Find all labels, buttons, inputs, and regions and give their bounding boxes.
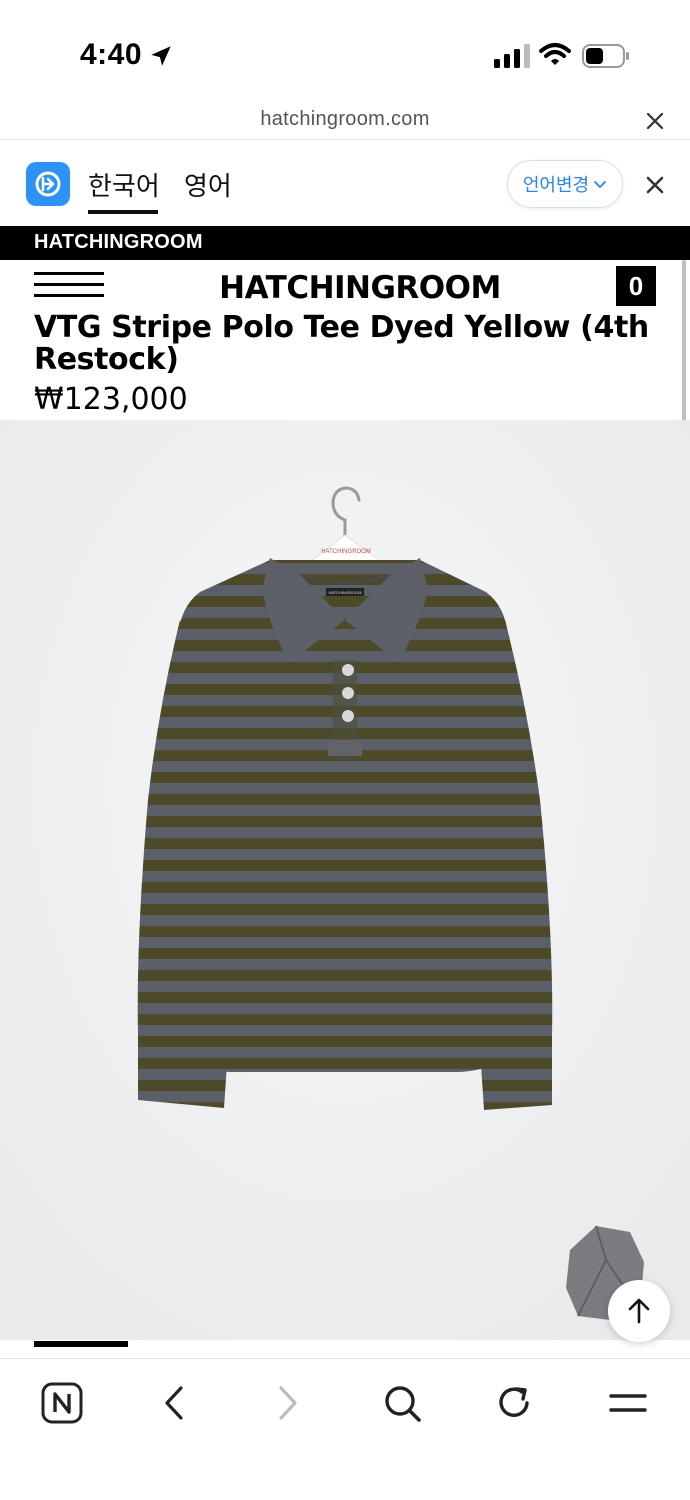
back-button[interactable] — [152, 1381, 196, 1425]
product-image[interactable]: HATCHINGROOM HATCHINGROOM — [0, 420, 690, 1340]
status-bar: 4:40 — [0, 0, 690, 100]
url-text[interactable]: hatchingroom.com — [0, 108, 690, 131]
refresh-icon — [499, 1387, 529, 1417]
menu-icon — [609, 1394, 647, 1412]
scroll-top-button[interactable] — [608, 1280, 670, 1342]
wifi-icon — [539, 43, 571, 65]
arrow-up-icon — [628, 1298, 650, 1324]
status-time: 4:40 — [80, 38, 143, 71]
hanger-tag: HATCHINGROOM — [321, 549, 371, 555]
url-bar[interactable]: hatchingroom.com — [0, 100, 690, 140]
translate-icon — [26, 162, 70, 206]
product-price: ₩123,000 — [34, 382, 188, 417]
product-photo: HATCHINGROOM HATCHINGROOM — [0, 420, 690, 1340]
search-icon — [385, 1386, 421, 1422]
brand-bar: HATCHINGROOM — [0, 226, 690, 260]
active-tab-underline — [88, 210, 158, 214]
forward-icon — [279, 1386, 297, 1420]
close-icon[interactable] — [644, 110, 666, 132]
naver-button[interactable] — [40, 1381, 84, 1425]
location-arrow-icon — [151, 46, 171, 66]
language-change-label: 언어변경 — [522, 175, 590, 195]
browser-menu-button[interactable] — [606, 1381, 650, 1425]
label-tag: HATCHINGROOM — [328, 590, 361, 595]
site-logo[interactable]: HATCHINGROOM — [0, 270, 690, 306]
search-button[interactable] — [380, 1381, 424, 1425]
close-icon[interactable] — [644, 174, 666, 196]
battery-icon — [582, 44, 629, 68]
cart-count-badge[interactable]: 0 — [616, 266, 656, 306]
translate-bar: 한국어 영어 언어변경 — [0, 140, 690, 226]
refresh-button[interactable] — [492, 1381, 536, 1425]
chevron-down-icon — [594, 181, 607, 189]
signal-icon — [494, 44, 530, 68]
forward-button[interactable] — [266, 1381, 310, 1425]
tab-korean[interactable]: 한국어 — [88, 166, 160, 203]
product-title: VTG Stripe Polo Tee Dyed Yellow (4th Res… — [34, 310, 649, 377]
tab-english[interactable]: 영어 — [184, 166, 232, 203]
browser-toolbar — [0, 1358, 690, 1500]
image-page-indicator — [34, 1341, 128, 1347]
language-change-button[interactable]: 언어변경 — [507, 160, 623, 208]
naver-icon — [41, 1382, 83, 1424]
back-icon — [165, 1386, 183, 1420]
brand-bar-label: HATCHINGROOM — [34, 231, 203, 253]
